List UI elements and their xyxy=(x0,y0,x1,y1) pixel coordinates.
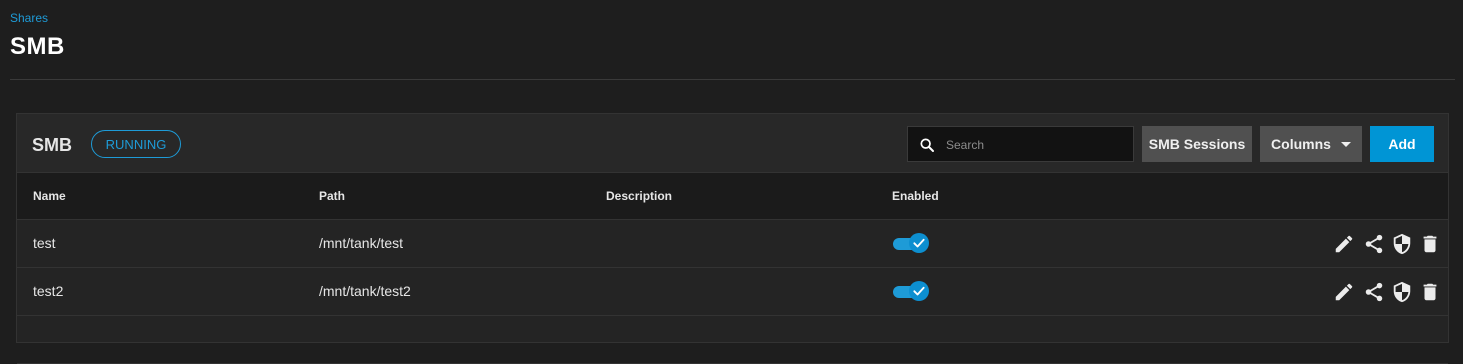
column-header-description[interactable]: Description xyxy=(606,189,672,203)
trash-icon[interactable] xyxy=(1419,281,1441,303)
cell-name: test xyxy=(33,235,56,251)
add-button[interactable]: Add xyxy=(1370,126,1434,162)
columns-button[interactable]: Columns xyxy=(1260,126,1362,162)
table-row[interactable]: test2 /mnt/tank/test2 xyxy=(17,268,1448,316)
trash-icon[interactable] xyxy=(1419,233,1441,255)
page-title: SMB xyxy=(10,33,65,60)
card-header: SMB RUNNING SMB Sessions Columns Add xyxy=(17,114,1448,172)
divider xyxy=(10,79,1455,80)
breadcrumb[interactable]: Shares xyxy=(10,11,48,25)
pencil-icon[interactable] xyxy=(1333,233,1355,255)
table-row[interactable]: test /mnt/tank/test xyxy=(17,220,1448,268)
status-badge[interactable]: RUNNING xyxy=(91,130,181,158)
cell-name: test2 xyxy=(33,283,64,299)
toggle-knob xyxy=(909,233,929,253)
table-row-empty xyxy=(17,316,1448,364)
toggle-knob xyxy=(909,281,929,301)
row-actions xyxy=(1319,281,1437,303)
chevron-down-icon xyxy=(1340,141,1351,147)
search-box[interactable] xyxy=(907,126,1134,163)
check-icon xyxy=(913,238,925,248)
shield-icon[interactable] xyxy=(1391,281,1413,303)
share-icon[interactable] xyxy=(1363,281,1385,303)
shield-icon[interactable] xyxy=(1391,233,1413,255)
check-icon xyxy=(913,286,925,296)
search-icon xyxy=(920,138,934,152)
card-title: SMB xyxy=(32,135,72,155)
smb-card: SMB RUNNING SMB Sessions Columns Add Nam… xyxy=(16,113,1449,364)
add-label: Add xyxy=(1388,136,1416,152)
smb-sessions-button[interactable]: SMB Sessions xyxy=(1142,126,1252,162)
pencil-icon[interactable] xyxy=(1333,281,1355,303)
row-actions xyxy=(1319,233,1437,255)
enabled-toggle[interactable] xyxy=(893,233,929,253)
cell-path: /mnt/tank/test2 xyxy=(319,283,411,299)
column-header-enabled[interactable]: Enabled xyxy=(892,189,939,203)
smb-sessions-label: SMB Sessions xyxy=(1148,136,1246,152)
column-header-path[interactable]: Path xyxy=(319,189,345,203)
column-header-name[interactable]: Name xyxy=(33,189,66,203)
cell-path: /mnt/tank/test xyxy=(319,235,404,251)
share-icon[interactable] xyxy=(1363,233,1385,255)
search-input[interactable] xyxy=(944,127,1133,163)
enabled-toggle[interactable] xyxy=(893,281,929,301)
columns-label: Columns xyxy=(1271,136,1331,152)
table-header: Name Path Description Enabled xyxy=(17,172,1448,220)
